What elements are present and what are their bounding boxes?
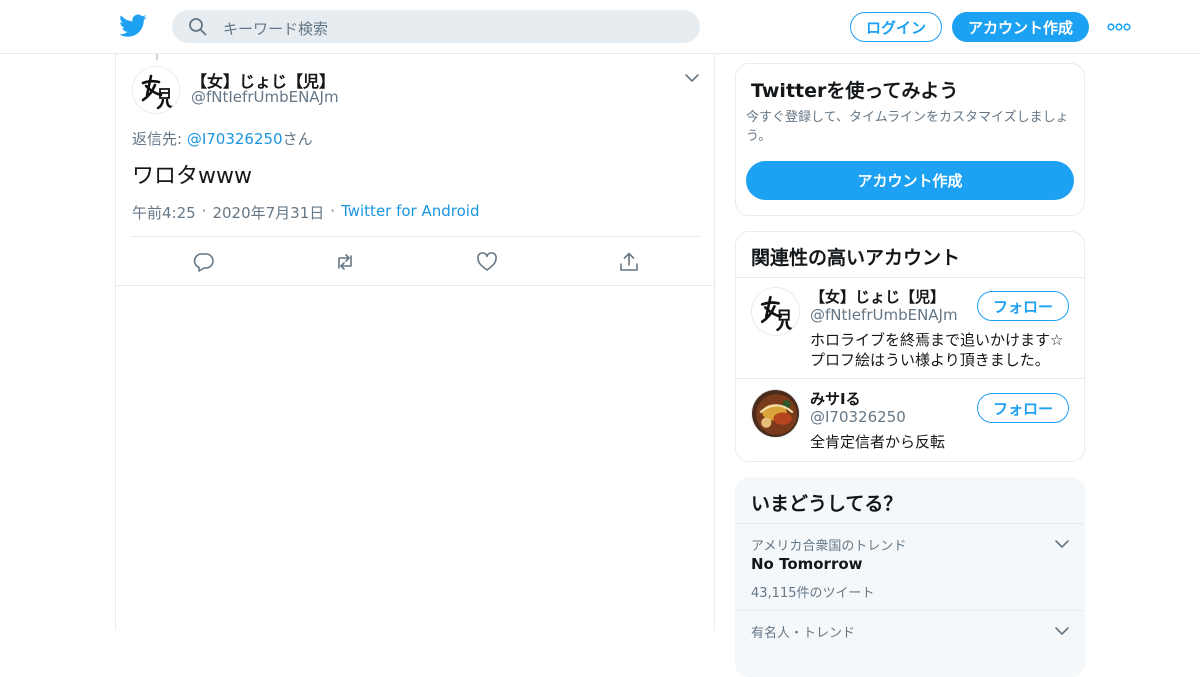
more-options-icon[interactable]: [1106, 18, 1132, 36]
trend-context: アメリカ合衆国のトレンド: [751, 539, 907, 554]
signup-card-button[interactable]: アカウント作成: [746, 161, 1074, 200]
meta-separator: ·: [201, 202, 207, 220]
trend-item[interactable]: アメリカ合衆国のトレンド No Tomorrow 43,115件のツイート: [736, 524, 1084, 610]
tweet-date[interactable]: 2020年7月31日: [212, 202, 324, 223]
account-name[interactable]: みサIる: [810, 388, 861, 409]
reply-to-label: 返信先:: [132, 130, 187, 148]
avatar[interactable]: [751, 287, 800, 336]
retweet-icon[interactable]: [334, 251, 356, 273]
chevron-down-icon[interactable]: [1054, 623, 1070, 639]
avatar[interactable]: [751, 389, 800, 438]
chevron-down-icon[interactable]: [1054, 536, 1070, 552]
account-bio: ホロライブを終焉まで追いかけます☆プロフ絵はうい様より頂きました。: [810, 331, 1064, 369]
trend-tweet-count: 43,115件のツイート: [751, 586, 875, 601]
signup-card-heading: Twitterを使ってみよう: [751, 80, 959, 102]
account-handle[interactable]: @fNtIefrUmbENAJm: [810, 306, 958, 324]
tweet-time[interactable]: 午前4:25: [132, 202, 196, 223]
related-accounts-heading: 関連性の高いアカウント: [751, 247, 961, 269]
like-heart-icon[interactable]: [476, 251, 498, 273]
login-button[interactable]: ログイン: [850, 12, 942, 42]
search-icon: [189, 18, 207, 36]
trend-title[interactable]: No Tomorrow: [751, 555, 863, 573]
follow-button[interactable]: フォロー: [977, 393, 1069, 423]
tweet-bottom-divider: [116, 285, 714, 286]
account-name[interactable]: 【女】じょじ【児】: [810, 286, 945, 307]
account-handle[interactable]: @I70326250: [810, 408, 906, 426]
tweet-source-link[interactable]: Twitter for Android: [341, 202, 479, 223]
reply-to-suffix: さん: [282, 130, 313, 148]
trends-card: いまどうしてる？ アメリカ合衆国のトレンド No Tomorrow 43,115…: [735, 477, 1085, 677]
avatar[interactable]: [132, 66, 180, 114]
top-navigation-bar: キーワード検索 ログイン アカウント作成: [0, 0, 1200, 54]
trend-context: 有名人・トレンド: [751, 626, 856, 641]
tweet-author-handle[interactable]: @fNtIefrUmbENAJm: [191, 88, 339, 106]
trends-heading: いまどうしてる？: [751, 493, 903, 515]
meta-separator: ·: [330, 202, 336, 220]
chevron-down-icon[interactable]: [684, 70, 700, 86]
tweet-metadata: 午前4:25 · 2020年7月31日 · Twitter for Androi…: [132, 202, 480, 223]
calligraphy-avatar-image: [752, 288, 799, 335]
thread-connector-line: [156, 54, 158, 60]
related-accounts-card: 関連性の高いアカウント 【女】じょじ【児】 @fNtIefrUmbENAJm ホ…: [735, 231, 1085, 462]
signup-card: Twitterを使ってみよう 今すぐ登録して、タイムラインをカスタマイズしましょ…: [735, 63, 1085, 216]
reply-to-mention-link[interactable]: @I70326250: [187, 130, 283, 148]
related-account-item[interactable]: 【女】じょじ【児】 @fNtIefrUmbENAJm ホロライブを終焉まで追いか…: [736, 277, 1084, 378]
calligraphy-avatar-image: [133, 67, 179, 113]
search-placeholder: キーワード検索: [223, 20, 329, 38]
follow-button[interactable]: フォロー: [977, 291, 1069, 321]
signup-button[interactable]: アカウント作成: [952, 12, 1089, 42]
reply-to-line: 返信先: @I70326250さん: [132, 128, 313, 149]
tweet-actions-bar: [130, 236, 700, 286]
related-account-item[interactable]: みサIる @I70326250 全肯定信者から反転 フォロー: [736, 379, 1084, 462]
search-box[interactable]: キーワード検索: [172, 10, 700, 43]
tweet-text: ワロタwww: [132, 164, 252, 189]
reply-icon[interactable]: [193, 251, 215, 273]
account-bio: 全肯定信者から反転: [810, 433, 946, 451]
food-photo-avatar-image: [752, 390, 799, 437]
share-icon[interactable]: [618, 251, 640, 273]
signup-card-description: 今すぐ登録して、タイムラインをカスタマイズしましょう。: [746, 110, 1069, 144]
twitter-bird-icon[interactable]: [119, 13, 147, 39]
trend-item[interactable]: 有名人・トレンド: [736, 611, 1084, 671]
tweet-column: 【女】じょじ【児】 @fNtIefrUmbENAJm 返信先: @I703262…: [115, 54, 715, 630]
